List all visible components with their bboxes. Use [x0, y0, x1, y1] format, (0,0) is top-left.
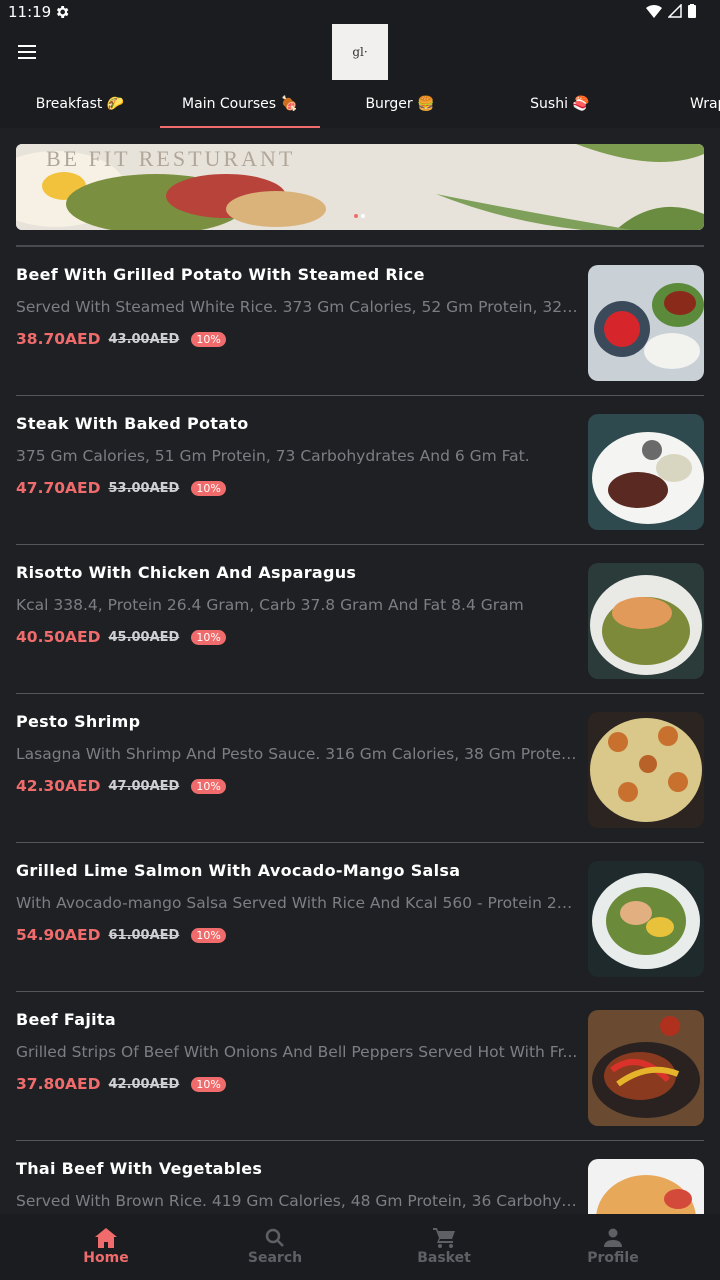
- menu-item[interactable]: Steak With Baked Potato 375 Gm Calories,…: [16, 396, 704, 544]
- tab-wrap[interactable]: Wrap: [690, 80, 720, 128]
- item-description: Served With Steamed White Rice. 373 Gm C…: [16, 298, 580, 316]
- menu-icon[interactable]: [18, 41, 46, 63]
- menu-item[interactable]: Beef Fajita Grilled Strips Of Beef With …: [16, 992, 704, 1140]
- nav-label: Home: [83, 1250, 129, 1266]
- discount-badge: 10%: [191, 629, 226, 645]
- item-old-price: 42.00AED: [108, 1076, 180, 1092]
- nav-search[interactable]: Search: [215, 1214, 335, 1280]
- nav-label: Basket: [417, 1250, 471, 1266]
- item-old-price: 53.00AED: [108, 480, 180, 496]
- banner-image: BE FIT RESTURANT: [16, 144, 704, 230]
- nav-label: Search: [247, 1250, 303, 1266]
- bottom-navigation: Home Search Basket Profile: [0, 1214, 720, 1280]
- price-row: 38.70AED 43.00AED 10%: [16, 330, 226, 348]
- tab-main-courses[interactable]: Main Courses 🍖: [160, 80, 320, 128]
- nav-profile[interactable]: Profile: [553, 1214, 673, 1280]
- discount-badge: 10%: [191, 1076, 226, 1092]
- item-name: Beef Fajita: [16, 1010, 116, 1029]
- item-image: [588, 265, 704, 381]
- nav-label: Profile: [587, 1250, 639, 1266]
- item-image: [588, 1159, 704, 1214]
- item-description: Kcal 338.4, Protein 26.4 Gram, Carb 37.8…: [16, 596, 524, 614]
- price-row: 40.50AED 45.00AED 10%: [16, 628, 226, 646]
- item-image: [588, 712, 704, 828]
- discount-badge: 10%: [191, 927, 226, 943]
- item-old-price: 47.00AED: [108, 778, 180, 794]
- discount-badge: 10%: [191, 480, 226, 496]
- item-description: Grilled Strips Of Beef With Onions And B…: [16, 1043, 578, 1061]
- status-bar: 11:19: [0, 0, 720, 24]
- signal-icon: [668, 4, 682, 18]
- nav-basket[interactable]: Basket: [384, 1214, 504, 1280]
- item-price: 37.80AED: [16, 1075, 101, 1093]
- item-image: [588, 563, 704, 679]
- search-icon: [265, 1228, 284, 1247]
- menu-item[interactable]: Beef With Grilled Potato With Steamed Ri…: [16, 247, 704, 395]
- wifi-icon: [646, 5, 662, 18]
- menu-item[interactable]: Grilled Lime Salmon With Avocado-Mango S…: [16, 843, 704, 991]
- menu-item[interactable]: Pesto Shrimp Lasagna With Shrimp And Pes…: [16, 694, 704, 842]
- item-name: Steak With Baked Potato: [16, 414, 249, 433]
- battery-icon: [688, 4, 696, 18]
- category-tabs: Breakfast 🌮 Main Courses 🍖 Burger 🍔 Sush…: [0, 80, 720, 128]
- tab-burger[interactable]: Burger 🍔: [320, 80, 480, 128]
- item-name: Thai Beef With Vegetables: [16, 1159, 263, 1178]
- tab-breakfast[interactable]: Breakfast 🌮: [0, 80, 160, 128]
- logo-text: gl·: [352, 45, 368, 59]
- item-price: 47.70AED: [16, 479, 101, 497]
- discount-badge: 10%: [191, 331, 226, 347]
- price-row: 37.80AED 42.00AED 10%: [16, 1075, 226, 1093]
- promo-banner[interactable]: BE FIT RESTURANT: [16, 144, 704, 230]
- item-description: 375 Gm Calories, 51 Gm Protein, 73 Carbo…: [16, 447, 530, 465]
- price-row: 42.30AED 47.00AED 10%: [16, 777, 226, 795]
- item-image: [588, 414, 704, 530]
- price-row: 47.70AED 53.00AED 10%: [16, 479, 226, 497]
- item-old-price: 43.00AED: [108, 331, 180, 347]
- app-bar: gl·: [0, 24, 720, 80]
- item-price: 54.90AED: [16, 926, 101, 944]
- home-icon: [95, 1228, 117, 1248]
- item-name: Risotto With Chicken And Asparagus: [16, 563, 357, 582]
- tab-sushi[interactable]: Sushi 🍣: [480, 80, 640, 128]
- item-old-price: 61.00AED: [108, 927, 180, 943]
- cart-icon: [433, 1228, 455, 1248]
- item-price: 40.50AED: [16, 628, 101, 646]
- status-time: 11:19: [8, 3, 52, 21]
- item-price: 42.30AED: [16, 777, 101, 795]
- item-price: 38.70AED: [16, 330, 101, 348]
- person-icon: [604, 1228, 622, 1247]
- item-name: Beef With Grilled Potato With Steamed Ri…: [16, 265, 425, 284]
- restaurant-logo: gl·: [332, 24, 388, 80]
- banner-title: BE FIT RESTURANT: [46, 146, 295, 171]
- item-image: [588, 861, 704, 977]
- item-description: With Avocado-mango Salsa Served With Ric…: [16, 894, 580, 912]
- item-description: Served With Brown Rice. 419 Gm Calories,…: [16, 1192, 580, 1210]
- item-old-price: 45.00AED: [108, 629, 180, 645]
- price-row: 54.90AED 61.00AED 10%: [16, 926, 226, 944]
- discount-badge: 10%: [191, 778, 226, 794]
- menu-item[interactable]: Thai Beef With Vegetables Served With Br…: [16, 1141, 704, 1214]
- nav-home[interactable]: Home: [46, 1214, 166, 1280]
- item-description: Lasagna With Shrimp And Pesto Sauce. 316…: [16, 745, 580, 763]
- gear-icon: [56, 6, 69, 18]
- item-name: Grilled Lime Salmon With Avocado-Mango S…: [16, 861, 461, 880]
- menu-item[interactable]: Risotto With Chicken And Asparagus Kcal …: [16, 545, 704, 693]
- item-image: [588, 1010, 704, 1126]
- item-name: Pesto Shrimp: [16, 712, 141, 731]
